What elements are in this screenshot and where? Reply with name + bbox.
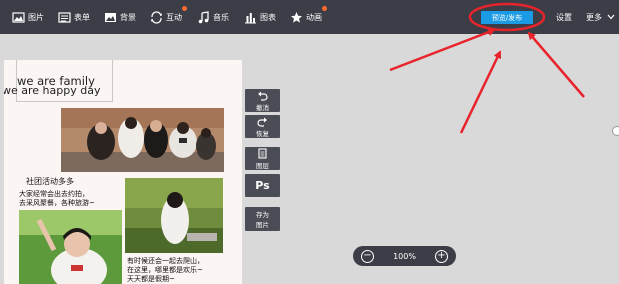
save-as-image-label-line2: 图片 [256,221,269,229]
caption-left-line1[interactable]: 大家经常会出去约拍， [19,190,89,199]
portrait-photo[interactable] [19,210,122,284]
undo-label: 撤消 [256,103,269,112]
zoom-out-button[interactable]: − [361,249,374,263]
form-icon [58,11,71,23]
toolbar-item-label: 背景 [120,12,136,22]
toolbar-item-label: 音乐 [213,12,229,22]
toolbar-item-label: 表单 [74,12,90,22]
save-as-image-label-line1: 存为 [256,211,269,219]
redo-button[interactable]: 恢复 [245,115,280,138]
section-title[interactable]: 社团活动多多 [26,177,74,186]
notification-dot [322,6,327,11]
ps-button[interactable]: Ps [245,174,280,197]
more-link[interactable]: 更多 [586,12,602,23]
top-toolbar: 图片 表单 背景 互动 音乐 图表 动画 预览/发布 设置 更多 [0,0,619,34]
caption-right-line1[interactable]: 有时候还会一起去爬山， [127,257,204,266]
save-as-image-button[interactable]: 存为 图片 [245,207,280,231]
zoom-in-button[interactable]: + [435,249,448,263]
layers-button[interactable]: 图层 [245,147,280,170]
zoom-level: 100% [393,251,416,261]
background-icon [105,12,116,22]
poster-title-line2[interactable]: we are happy day [4,84,100,97]
toolbar-item-label: 互动 [166,12,182,22]
ps-icon: Ps [255,179,270,192]
hiking-photo[interactable] [125,178,223,253]
settings-link[interactable]: 设置 [556,12,572,23]
toolbar-item-label: 动画 [306,12,322,22]
toolbar-item-animation[interactable]: 动画 [290,6,327,25]
scroll-handle[interactable] [612,126,619,136]
toolbar-item-form[interactable]: 表单 [58,9,90,25]
layers-icon [258,147,267,159]
toolbar-item-label: 图表 [260,12,276,22]
poster-canvas[interactable]: we are family we are happy day 社团活动多多 大家… [4,60,242,284]
caption-left-line2[interactable]: 去采风聚餐，各种旅游~ [19,199,95,208]
chevron-down-icon[interactable] [607,14,615,20]
notification-dot [182,6,187,11]
toolbar-item-label: 图片 [28,12,44,22]
group-photo[interactable] [61,108,224,172]
zoom-control: − 100% + [353,246,456,266]
image-icon [12,11,25,23]
caption-right-line2[interactable]: 在这里，哪里都是欢乐~ [127,266,203,275]
toolbar-item-background[interactable]: 背景 [104,9,136,25]
redo-icon [257,117,267,127]
interact-icon [151,10,162,24]
arrow-2 [459,50,502,134]
undo-icon [258,91,268,101]
layers-label: 图层 [256,161,269,170]
toolbar-item-chart[interactable]: 图表 [244,9,276,25]
toolbar-item-music[interactable]: 音乐 [197,9,229,25]
redo-label: 恢复 [256,129,269,138]
star-icon [291,11,302,23]
music-icon [198,10,209,23]
undo-button[interactable]: 撤消 [245,89,280,112]
chart-icon [245,12,256,23]
toolbar-item-image[interactable]: 图片 [12,9,44,25]
arrow-3 [527,31,585,98]
toolbar-item-interact[interactable]: 互动 [150,6,187,25]
caption-right-line3[interactable]: 天天都是假期~ [127,275,175,284]
preview-publish-button[interactable]: 预览/发布 [481,11,533,24]
arrow-1 [389,28,496,72]
